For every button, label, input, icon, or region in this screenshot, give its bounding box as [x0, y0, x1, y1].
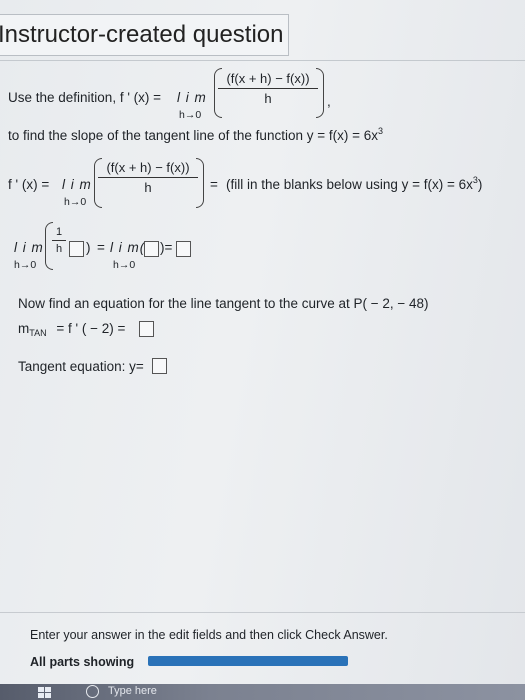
fill-hint-text: (fill in the blanks below using y = f(x)…	[226, 177, 473, 192]
blank-lim-1: l i m	[14, 240, 44, 255]
tangent-equation-label: Tangent equation: y=	[18, 359, 144, 374]
derivative-eq: =	[210, 177, 218, 192]
blank-input-3[interactable]	[176, 241, 191, 257]
blank-lim-sub-1: h→0	[14, 259, 37, 271]
mtan-input[interactable]	[139, 321, 154, 337]
one-over-h-den: h	[55, 243, 63, 255]
definition-fraction: (f(x + h) − f(x)) h	[218, 71, 318, 106]
fill-hint-exponent: 3	[472, 175, 478, 185]
fill-hint: (fill in the blanks below using y = f(x)…	[226, 175, 483, 192]
function-exponent: 3	[377, 126, 383, 136]
blank-input-1[interactable]	[69, 241, 84, 257]
function-statement-text: to find the slope of the tangent line of…	[8, 128, 378, 143]
definition-lim: l i m	[177, 90, 207, 105]
derivative-numerator: (f(x + h) − f(x))	[98, 160, 198, 178]
parts-progress-bar	[148, 656, 348, 666]
tangent-equation-input[interactable]	[152, 358, 167, 374]
derivative-lim: l i m	[62, 177, 92, 192]
parts-progress-fill	[148, 656, 348, 666]
derivative-prefix: f ' (x) =	[8, 177, 50, 192]
definition-right-paren	[316, 68, 324, 118]
blank-close-2: )=	[160, 240, 173, 255]
one-over-h-num: 1	[52, 226, 66, 241]
mtan-text: = f ' ( − 2) =	[56, 321, 126, 336]
derivative-fraction: (f(x + h) − f(x)) h	[98, 160, 198, 195]
fill-hint-close: )	[477, 177, 483, 192]
title-bar: Instructor-created question	[0, 14, 289, 56]
function-statement: to find the slope of the tangent line of…	[8, 126, 383, 143]
parts-showing-label: All parts showing	[30, 655, 135, 669]
derivative-lim-sub: h→0	[64, 196, 87, 208]
blank-lim-sub-2: h→0	[113, 259, 136, 271]
definition-lim-sub: h→0	[179, 109, 202, 121]
footer-divider	[0, 612, 525, 613]
derivative-denominator: h	[144, 180, 152, 195]
question-page: Instructor-created question Use the defi…	[0, 0, 525, 700]
definition-prefix: Use the definition, f ' (x) =	[8, 90, 162, 105]
taskbar: Type here	[0, 684, 525, 700]
definition-denominator: h	[264, 91, 272, 106]
definition-numerator: (f(x + h) − f(x))	[218, 71, 318, 89]
derivative-right-paren	[196, 158, 204, 208]
mtan-m: m	[18, 321, 30, 336]
search-icon[interactable]	[86, 685, 99, 698]
mtan-sub: TAN	[29, 328, 47, 338]
blank-lim-2: l i m(	[110, 240, 146, 255]
instruction-text: Enter your answer in the edit fields and…	[30, 628, 388, 642]
header-divider	[0, 60, 525, 61]
tangent-prompt: Now find an equation for the line tangen…	[18, 296, 429, 311]
one-over-h: 1 h	[52, 226, 66, 255]
taskbar-search-text[interactable]: Type here	[108, 685, 157, 697]
definition-suffix: ,	[327, 94, 331, 109]
blank-input-2[interactable]	[144, 241, 159, 257]
windows-start-icon[interactable]	[38, 687, 52, 698]
mtan-row: mTAN = f ' ( − 2) =	[18, 321, 126, 338]
blank-eq: =	[97, 240, 105, 255]
page-title: Instructor-created question	[0, 21, 284, 48]
blank-close: )	[86, 240, 91, 255]
